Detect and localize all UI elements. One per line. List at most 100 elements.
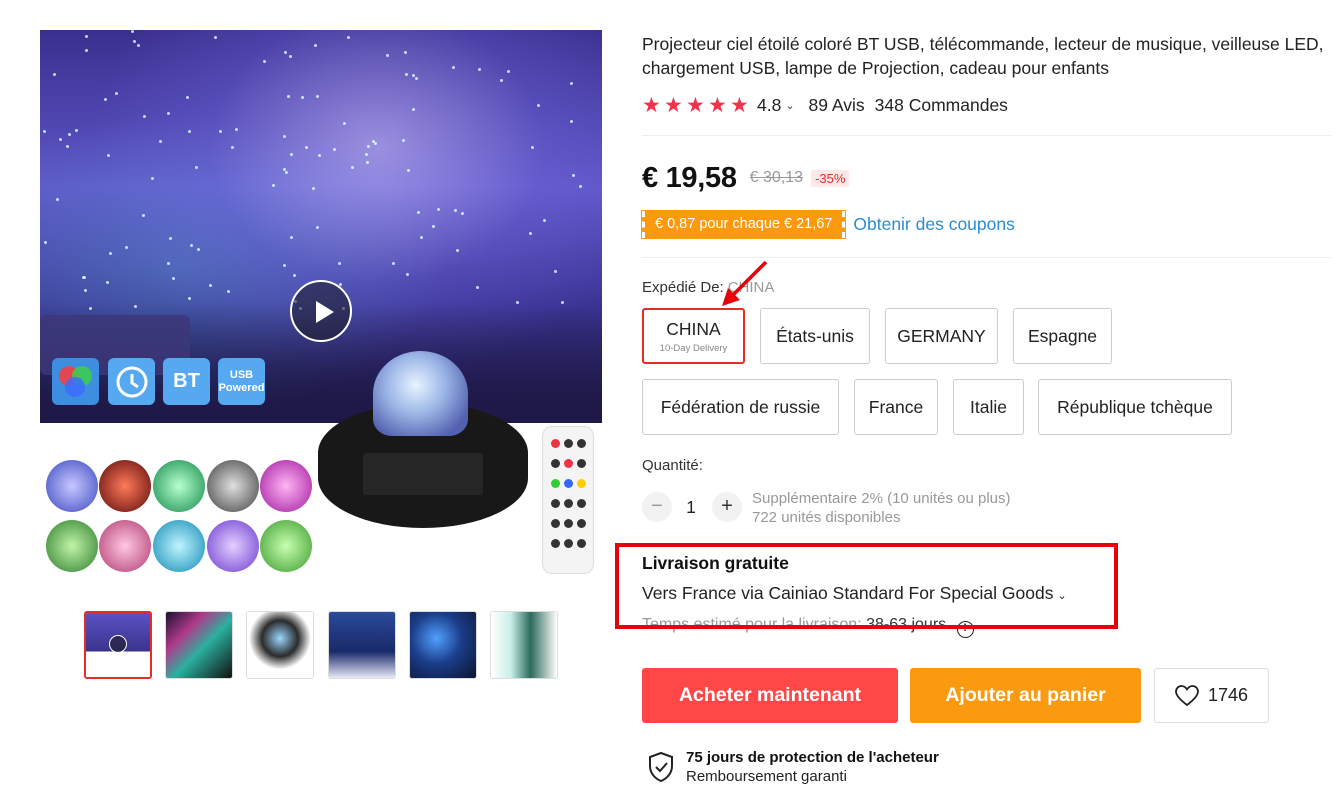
scene-star	[305, 146, 308, 149]
scene-star	[109, 252, 112, 255]
scene-star	[452, 66, 455, 69]
scene-star	[386, 54, 389, 57]
scene-star	[195, 166, 198, 169]
scene-star	[572, 174, 575, 177]
thumbnail-3[interactable]	[246, 611, 314, 679]
star-icon: ★	[664, 93, 683, 117]
scene-star	[209, 284, 212, 287]
color-swatch	[46, 520, 98, 572]
scene-star	[312, 187, 315, 190]
rating-value[interactable]: 4.8	[757, 95, 781, 116]
color-swatch	[207, 520, 259, 572]
scene-star	[365, 153, 368, 156]
scene-star	[415, 77, 418, 80]
scene-star	[231, 146, 234, 149]
ship-option-sublabel: 10-Day Delivery	[659, 342, 728, 354]
scene-star	[318, 154, 321, 157]
chevron-down-icon[interactable]: ⌄	[785, 99, 794, 112]
star-icon: ★	[642, 93, 661, 117]
scene-star	[367, 145, 370, 148]
ship-option-germany[interactable]: GERMANY	[885, 308, 998, 364]
scene-star	[137, 44, 140, 47]
ship-option-label: CHINA	[666, 318, 721, 339]
quantity-decrease-button[interactable]: −	[642, 492, 672, 522]
scene-star	[554, 270, 557, 273]
scene-star	[516, 301, 519, 304]
scene-star	[290, 153, 293, 156]
buyer-protection-subtitle: Remboursement garanti	[686, 768, 847, 785]
scene-star	[531, 146, 534, 149]
add-to-cart-button[interactable]: Ajouter au panier	[910, 668, 1141, 723]
scene-star	[432, 225, 435, 228]
scene-star	[197, 248, 200, 251]
scene-star	[169, 237, 172, 240]
ship-option-united-states[interactable]: États-unis	[760, 308, 870, 364]
scene-star	[500, 79, 503, 82]
scene-star	[283, 264, 286, 267]
shipping-method-selector[interactable]: Vers France via Cainiao Standard For Spe…	[642, 583, 1067, 604]
scene-star	[301, 96, 304, 99]
color-swatch	[153, 460, 205, 512]
thumbnail-6[interactable]	[490, 611, 558, 679]
scene-star	[235, 128, 238, 131]
scene-star	[404, 51, 407, 54]
scene-star	[151, 177, 154, 180]
thumbnail-1[interactable]	[84, 611, 152, 679]
scene-star	[407, 169, 410, 172]
color-swatch	[99, 520, 151, 572]
star-icon: ★	[708, 93, 727, 117]
ships-from-title: Expédié De:	[642, 279, 724, 296]
scene-star	[289, 55, 292, 58]
scene-star	[338, 262, 341, 265]
ship-option-china[interactable]: CHINA 10-Day Delivery	[642, 308, 745, 364]
thumbnail-5[interactable]	[409, 611, 477, 679]
scene-star	[219, 130, 222, 133]
color-swatch	[207, 460, 259, 512]
star-icon: ★	[730, 93, 749, 117]
reviews-count[interactable]: 89 Avis	[809, 95, 865, 116]
ship-option-france[interactable]: France	[854, 379, 938, 435]
play-video-button[interactable]	[290, 280, 352, 342]
shield-check-icon	[649, 751, 673, 783]
scene-star	[283, 135, 286, 138]
scene-star	[420, 236, 423, 239]
quantity-increase-button[interactable]: +	[712, 492, 742, 522]
scene-star	[437, 208, 440, 211]
color-swatch	[46, 460, 98, 512]
ship-option-italy[interactable]: Italie	[953, 379, 1024, 435]
scene-star	[53, 73, 56, 76]
buy-now-button[interactable]: Acheter maintenant	[642, 668, 898, 723]
orders-count: 348 Commandes	[874, 94, 1008, 115]
scene-star	[68, 133, 71, 136]
scene-star	[461, 212, 464, 215]
ship-option-spain[interactable]: Espagne	[1013, 308, 1112, 364]
scene-star	[333, 148, 336, 151]
product-title: Projecteur ciel étoilé coloré BT USB, té…	[642, 34, 1324, 78]
thumbnail-2[interactable]	[165, 611, 233, 679]
scene-star	[561, 301, 564, 304]
scene-star	[537, 104, 540, 107]
main-product-image[interactable]: BT USB Powered	[40, 30, 602, 578]
scene-star	[372, 140, 375, 143]
coupon-badge: € 0,87 pour chaque € 21,67	[640, 210, 847, 239]
scene-star	[190, 244, 193, 247]
red-arrow-annotation	[722, 260, 768, 306]
scene-star	[59, 138, 62, 141]
scene-star	[402, 139, 405, 142]
color-swatch	[153, 520, 205, 572]
scene-star	[82, 276, 85, 279]
scene-star	[89, 307, 92, 310]
scene-star	[476, 286, 479, 289]
get-coupons-link[interactable]: Obtenir des coupons	[853, 214, 1015, 235]
coupon-row: € 0,87 pour chaque € 21,67 Obtenir des c…	[640, 210, 1015, 239]
wishlist-button[interactable]: 1746	[1154, 668, 1269, 723]
scene-star	[417, 211, 420, 214]
ship-option-czech-republic[interactable]: République tchèque	[1038, 379, 1232, 435]
quantity-value[interactable]: 1	[681, 497, 701, 518]
color-swatch	[260, 460, 312, 512]
ship-option-russia[interactable]: Fédération de russie	[642, 379, 839, 435]
scene-star	[507, 70, 510, 73]
thumbnail-4[interactable]	[328, 611, 396, 679]
projector-panel	[363, 453, 483, 495]
scene-star	[478, 68, 481, 71]
